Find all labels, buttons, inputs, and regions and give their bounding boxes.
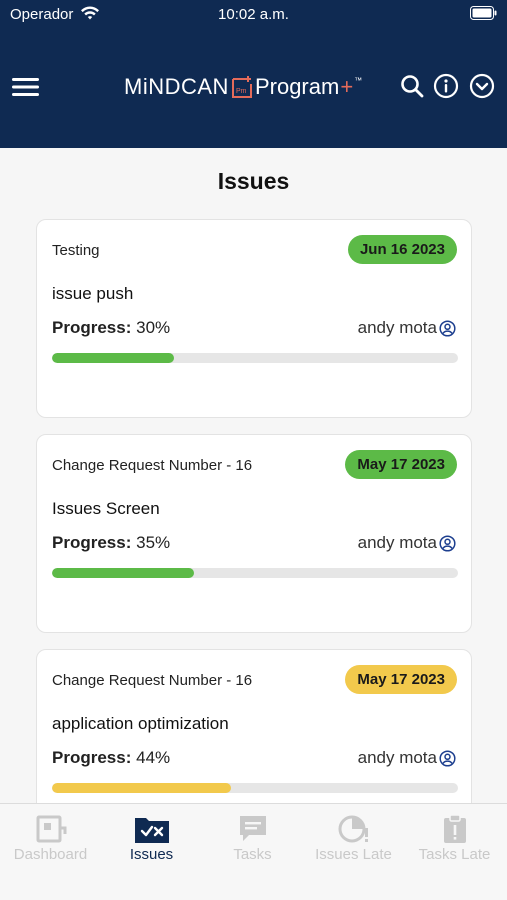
tab-dashboard[interactable]: Dashboard: [0, 804, 101, 884]
date-badge: Jun 16 2023: [347, 235, 457, 264]
dashboard-icon: [36, 815, 66, 843]
issue-card[interactable]: Change Request Number - 16 May 17 2023 I…: [36, 434, 472, 633]
tab-tasks[interactable]: Tasks: [202, 804, 303, 884]
assignee-name: andy mota: [357, 748, 437, 767]
top-header: Operador 10:02 a.m. MiNDCAN Pm Program +…: [0, 0, 507, 148]
assignee[interactable]: andy mota: [358, 533, 456, 553]
battery-icon: [470, 6, 497, 20]
progress-bar: [52, 783, 458, 793]
date-badge: May 17 2023: [345, 450, 457, 479]
assignee[interactable]: andy mota: [358, 318, 456, 338]
chevron-down-circle-icon[interactable]: [469, 73, 495, 99]
page-title: Issues: [217, 168, 290, 194]
issue-title: Issues Screen: [52, 499, 160, 518]
issues-icon: [134, 818, 169, 843]
tab-label: Issues Late: [315, 846, 392, 863]
progress-bar: [52, 353, 458, 363]
issue-card[interactable]: Testing Jun 16 2023 issue push Progress:…: [36, 219, 472, 418]
app-logo: MiNDCAN Pm Program + ™: [124, 72, 362, 102]
app-screen: Operador 10:02 a.m. MiNDCAN Pm Program +…: [0, 0, 507, 900]
date-badge: May 17 2023: [345, 665, 457, 694]
tasks-icon: [239, 816, 266, 841]
logo-wordmark: MiNDCAN: [124, 74, 229, 99]
issue-title: application optimization: [52, 714, 229, 733]
tab-issues[interactable]: Issues: [101, 804, 202, 884]
issue-title: issue push: [52, 284, 134, 303]
logo-pm-box-icon: Pm: [231, 76, 252, 98]
assignee[interactable]: andy mota: [358, 748, 456, 768]
tab-tasks-late[interactable]: Tasks Late: [404, 804, 505, 884]
progress-line: Progress: 30%: [52, 318, 170, 338]
progress-value: 44%: [136, 748, 171, 767]
issue-category: Change Request Number - 16: [52, 457, 253, 474]
progress-value: 30%: [136, 318, 171, 337]
progress-label: Progress:: [52, 318, 132, 337]
status-bar: Operador 10:02 a.m.: [0, 0, 507, 30]
issues-late-icon: [338, 815, 368, 843]
progress-value: 35%: [136, 533, 171, 552]
search-icon[interactable]: [399, 73, 425, 99]
progress-bar-fill: [52, 353, 174, 363]
progress-bar-fill: [52, 568, 195, 578]
logo-plus-text: +: [340, 74, 354, 99]
user-circle-icon: [439, 534, 456, 552]
bottom-tab-bar: Dashboard Issues Tasks Issues Late Tasks…: [0, 803, 507, 900]
progress-line: Progress: 35%: [52, 533, 170, 553]
logo-trademark: ™: [354, 75, 363, 85]
progress-label: Progress:: [52, 748, 132, 767]
tab-label: Dashboard: [13, 846, 88, 863]
progress-bar-fill: [52, 783, 231, 793]
user-circle-icon: [439, 319, 456, 337]
logo-program-text: Program: [254, 74, 340, 99]
user-circle-icon: [439, 749, 456, 767]
tab-label: Issues: [129, 846, 174, 863]
hamburger-menu-icon[interactable]: [12, 76, 40, 98]
tab-label: Tasks: [233, 846, 272, 863]
progress-bar: [52, 568, 458, 578]
info-icon[interactable]: [433, 73, 459, 99]
issue-category: Change Request Number - 16: [52, 672, 253, 689]
tab-label: Tasks Late: [418, 846, 491, 863]
assignee-name: andy mota: [357, 318, 437, 337]
logo-box-text: Pm: [236, 88, 247, 95]
issue-category: Testing: [52, 242, 100, 259]
progress-line: Progress: 44%: [52, 748, 170, 768]
assignee-name: andy mota: [357, 533, 437, 552]
progress-label: Progress:: [52, 533, 132, 552]
status-time: 10:02 a.m.: [218, 6, 289, 23]
tasks-late-icon: [443, 814, 466, 843]
tab-issues-late[interactable]: Issues Late: [303, 804, 404, 884]
